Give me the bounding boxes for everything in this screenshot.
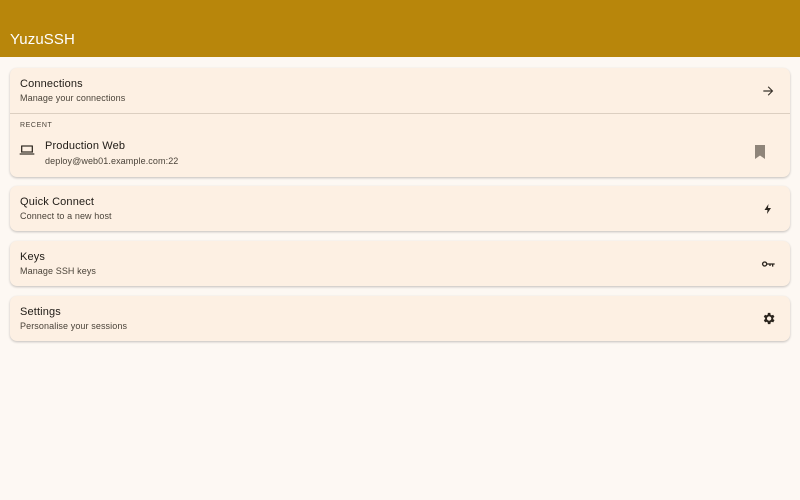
key-icon [760,256,776,272]
bolt-icon [760,201,776,217]
connections-row[interactable]: Connections Manage your connections [10,68,790,113]
connections-card: Connections Manage your connections RECE… [10,68,790,177]
recent-connection-title: Production Web [45,140,126,152]
gear-icon [760,311,776,327]
quick-connect-title: Quick Connect [20,196,95,208]
settings-subtitle: Personalise your sessions [20,321,128,331]
app-title: YuzuSSH [10,31,75,48]
quick-connect-card[interactable]: Quick Connect Connect to a new host [10,186,790,231]
app-bar: YuzuSSH [0,0,800,57]
quick-connect-subtitle: Connect to a new host [20,211,112,221]
keys-card[interactable]: Keys Manage SSH keys [10,241,790,286]
keys-title: Keys [20,251,46,263]
arrow-right-icon [760,83,776,99]
settings-row[interactable]: Settings Personalise your sessions [10,296,790,341]
recent-connection-address: deploy@web01.example.com:22 [45,156,179,166]
quick-connect-row[interactable]: Quick Connect Connect to a new host [10,186,790,231]
connections-title: Connections [20,78,83,90]
connections-subtitle: Manage your connections [20,93,126,103]
recent-section: RECENT Production Web deploy@web01.examp… [10,114,790,177]
laptop-icon [19,142,35,158]
keys-row[interactable]: Keys Manage SSH keys [10,241,790,286]
recent-label: RECENT [20,122,53,129]
settings-title: Settings [20,306,61,318]
recent-connection-item[interactable]: Production Web deploy@web01.example.com:… [10,134,790,174]
settings-card[interactable]: Settings Personalise your sessions [10,296,790,341]
keys-subtitle: Manage SSH keys [20,266,97,276]
bookmark-icon[interactable] [754,145,768,159]
